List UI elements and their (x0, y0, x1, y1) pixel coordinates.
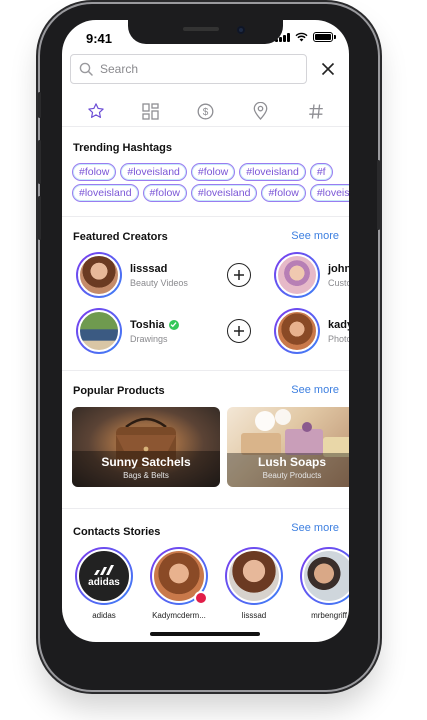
search-box[interactable] (70, 54, 308, 84)
grid-icon (142, 102, 159, 120)
hashtag-chip[interactable]: #loveisland (239, 163, 306, 181)
hashtag-chip[interactable]: #loveisland (309, 184, 349, 202)
story-avatar (150, 547, 208, 605)
creator-name: lisssad (130, 262, 168, 275)
trending-title: Trending Hashtags (73, 142, 173, 154)
contacts-stories-title: Contacts Stories (73, 526, 161, 538)
avatar (274, 252, 320, 298)
product-name: Sunny Satchels (101, 455, 191, 469)
hashtag-chip[interactable]: #f (309, 163, 333, 181)
notch (128, 20, 283, 44)
creator-category: Beauty Videos (130, 277, 188, 288)
star-icon (87, 103, 104, 118)
status-icons (275, 32, 336, 42)
hashtag-chip[interactable]: #folow (142, 184, 187, 202)
featured-creators-title: Featured Creators (73, 231, 168, 243)
story-avatar (225, 547, 283, 605)
live-badge-icon (194, 591, 208, 605)
stories-see-more-link[interactable]: See more (291, 522, 339, 534)
avatar (76, 252, 122, 298)
creator-name: Toshia (130, 319, 179, 331)
plus-icon (234, 270, 244, 280)
hashtag-chip[interactable]: #loveisland (190, 184, 258, 202)
story-item[interactable]: mrbengriff (297, 547, 349, 620)
story-item[interactable]: adidas adidas (72, 547, 136, 620)
tab-shop[interactable]: $ (191, 98, 221, 124)
creator-name-text: Toshia (130, 318, 165, 331)
follow-button[interactable] (227, 319, 251, 343)
search-icon (79, 62, 93, 76)
tab-favorites[interactable] (81, 98, 111, 124)
hashtag-chip[interactable]: #folow (261, 184, 306, 202)
tab-places[interactable] (246, 98, 276, 124)
story-label: Kadymcderm... (152, 611, 206, 620)
app-screen: 9:41 Search $ Trending Hashtags #folow #… (62, 20, 349, 642)
section-divider (62, 370, 349, 371)
creator-name: john (328, 262, 349, 275)
product-card[interactable]: Lush Soaps Beauty Products (227, 407, 349, 487)
dollar-icon: $ (197, 103, 214, 119)
volume-up-button (38, 140, 41, 184)
product-card[interactable]: Sunny Satchels Bags & Belts (72, 407, 220, 487)
creator-category: Photo (328, 333, 349, 344)
avatar (274, 308, 320, 354)
section-divider (62, 216, 349, 217)
hashtag-row-2: #loveisland #folow #loveisland #folow #l… (72, 184, 349, 202)
creator-category: Custo (328, 277, 349, 288)
creator-name: kady (328, 318, 349, 331)
plus-icon (234, 326, 244, 336)
section-divider (62, 508, 349, 509)
wifi-icon (295, 32, 308, 42)
status-time: 9:41 (86, 31, 113, 46)
creator-card[interactable]: lisssad Beauty Videos (76, 252, 188, 298)
hashtag-chip[interactable]: #loveisland (72, 184, 139, 202)
close-search-button[interactable] (313, 54, 343, 84)
story-item[interactable]: Kadymcderm... (147, 547, 211, 620)
volume-down-button (38, 196, 41, 240)
hashtag-chip[interactable]: #folow (72, 163, 117, 181)
hashtag-icon (308, 103, 323, 119)
follow-button[interactable] (227, 263, 251, 287)
home-indicator[interactable] (150, 632, 260, 636)
tabs-divider (62, 126, 349, 127)
hashtag-chip[interactable]: #folow (190, 163, 236, 181)
battery-icon (313, 32, 336, 42)
tab-categories[interactable] (136, 98, 166, 124)
creator-card[interactable]: Toshia Drawings (76, 308, 179, 354)
close-icon (322, 62, 335, 76)
search-input[interactable] (100, 62, 280, 76)
category-tabs: $ (62, 96, 349, 126)
story-label: adidas (92, 611, 116, 620)
tab-hashtags[interactable] (301, 98, 331, 124)
power-button (377, 160, 380, 230)
creator-card[interactable]: john Custo (274, 252, 349, 298)
product-name: Lush Soaps (257, 455, 326, 469)
svg-text:$: $ (203, 107, 209, 118)
story-item[interactable]: lisssad (222, 547, 286, 620)
adidas-logo-text: adidas (88, 577, 120, 588)
creator-category: Drawings (130, 333, 168, 344)
mute-switch (38, 92, 41, 118)
story-avatar: adidas (75, 547, 133, 605)
hashtag-row-1: #folow #loveisland #folow #loveisland #f (72, 163, 333, 181)
popular-products-title: Popular Products (73, 385, 165, 397)
products-see-more-link[interactable]: See more (291, 384, 339, 396)
verified-check-icon (168, 319, 179, 330)
hashtag-chip[interactable]: #loveisland (120, 163, 187, 181)
adidas-logo-icon (94, 565, 114, 575)
location-pin-icon (253, 102, 268, 120)
creator-card[interactable]: kady Photo (274, 308, 349, 354)
product-category: Bags & Belts (123, 471, 169, 480)
product-category: Beauty Products (262, 471, 322, 480)
search-bar (70, 54, 343, 84)
avatar (76, 308, 122, 354)
creators-see-more-link[interactable]: See more (291, 230, 339, 242)
story-avatar (300, 547, 349, 605)
story-label: lisssad (241, 611, 267, 620)
story-label: mrbengriff (311, 611, 347, 620)
